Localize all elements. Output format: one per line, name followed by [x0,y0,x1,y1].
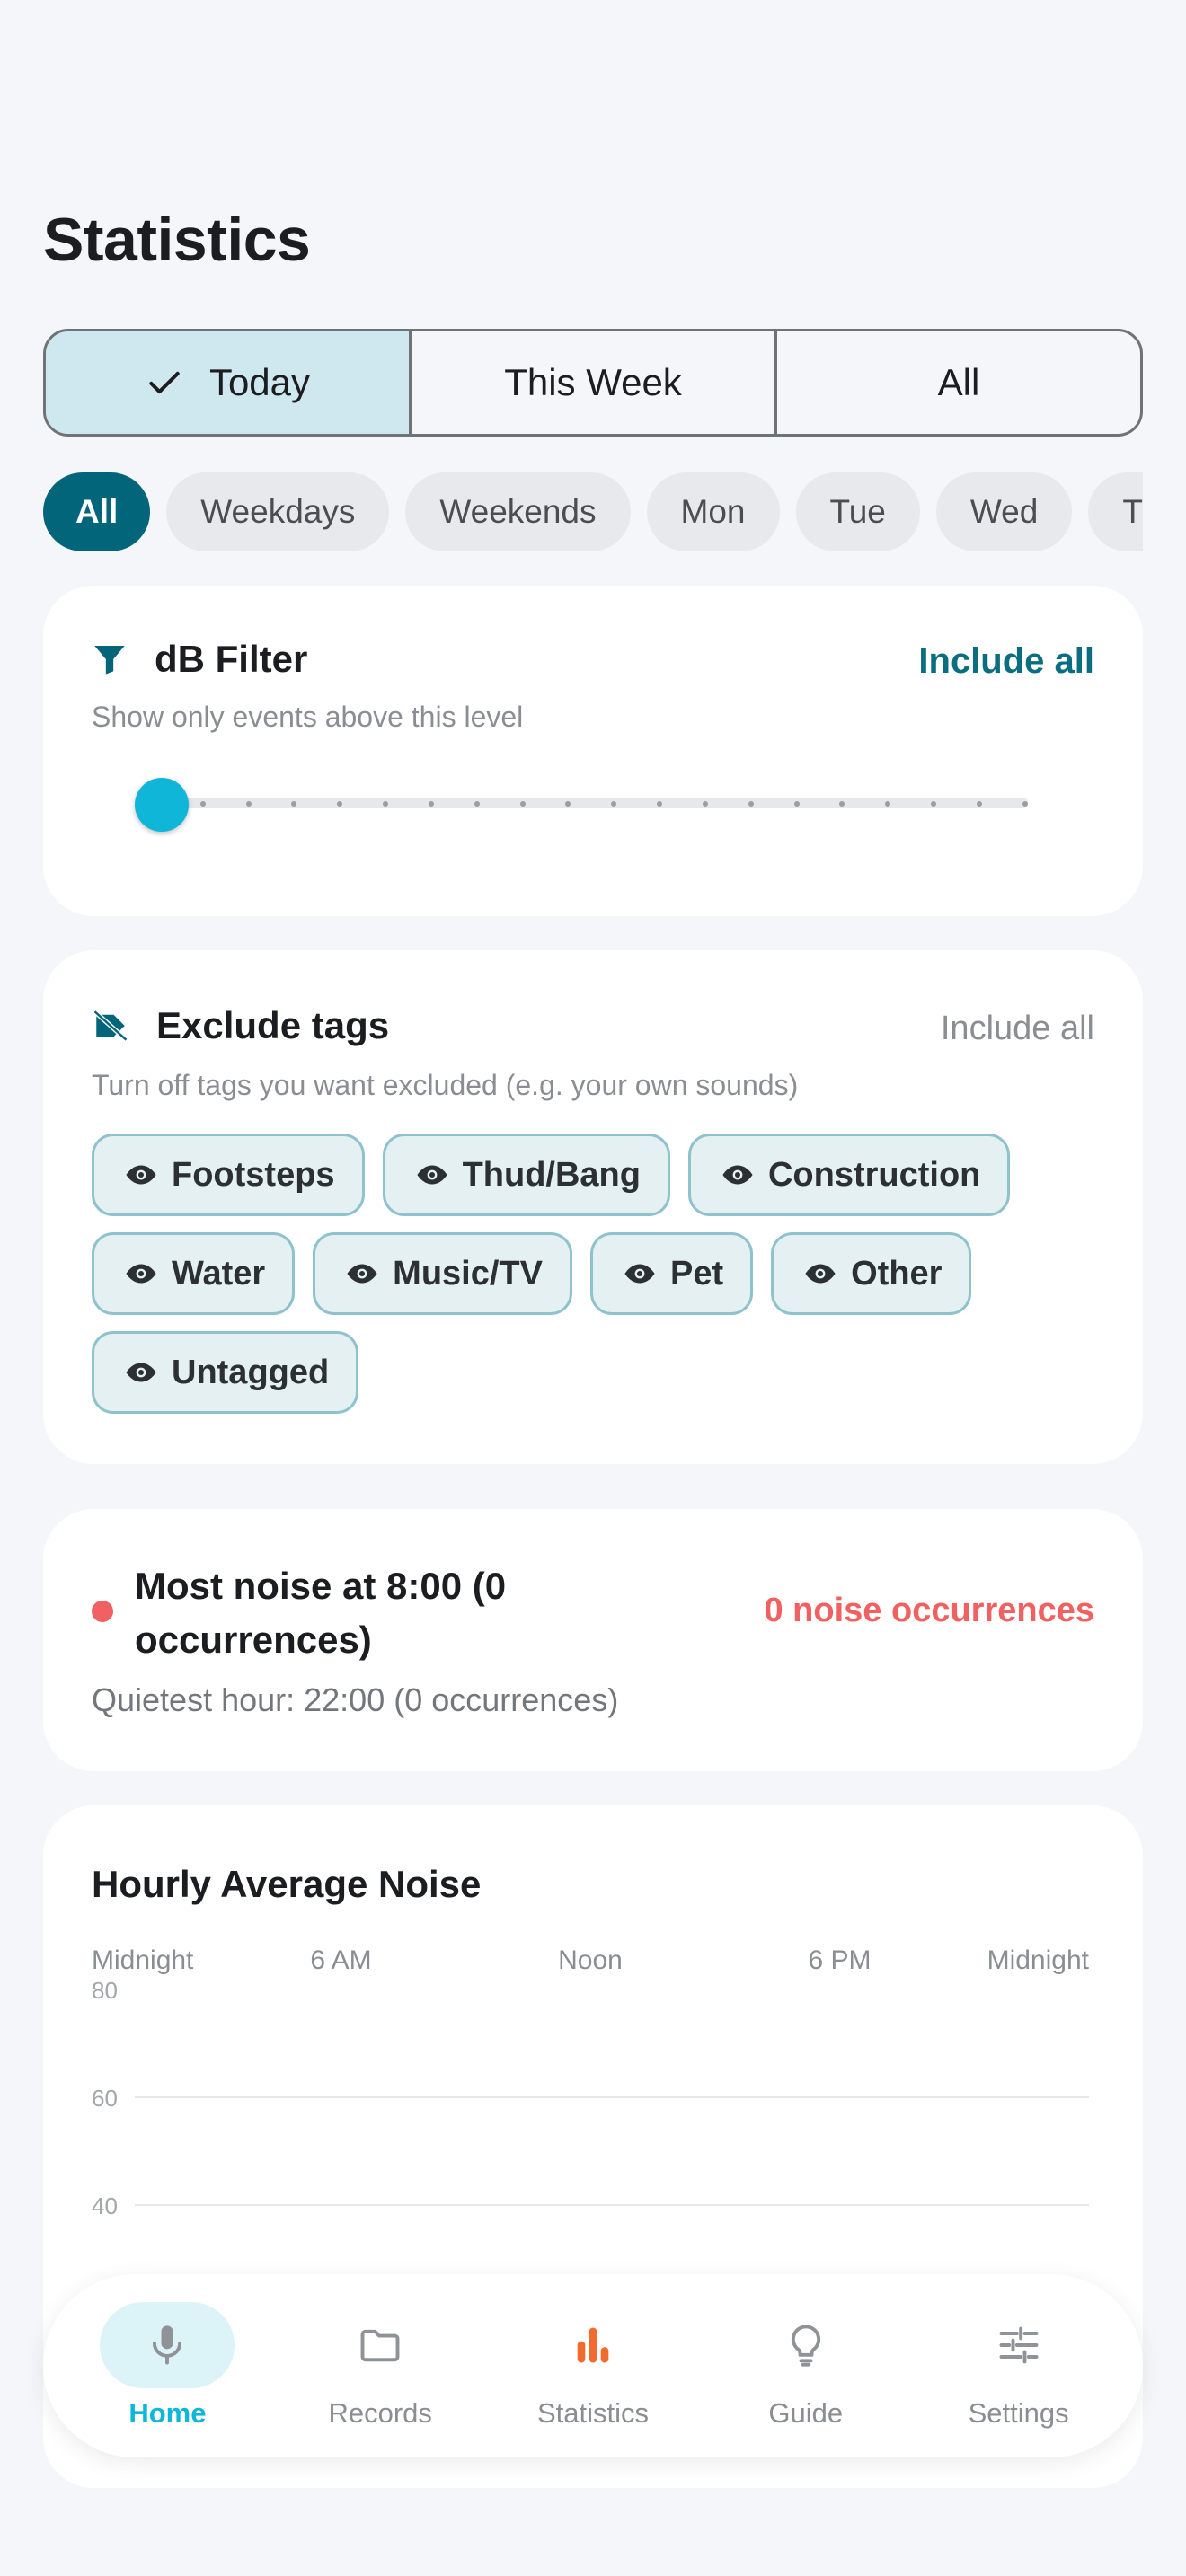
exclude-tags-card: Exclude tags Include all Turn off tags y… [43,950,1143,1464]
db-filter-subtitle: Show only events above this level [92,701,524,733]
status-dot [92,1601,113,1622]
period-segmented-control: Today This Week All [43,329,1143,437]
chip-mon[interactable]: Mon [646,472,780,551]
most-noise-title: Most noise at 8:00 (0 occurrences) [135,1565,507,1661]
x-tick-label: Midnight [92,1945,194,1975]
tag-footsteps[interactable]: Footsteps [92,1134,365,1216]
db-slider-thumb[interactable] [135,778,189,832]
nav-settings[interactable]: Settings [920,2302,1118,2430]
y-tick-label: 40 [92,2192,118,2219]
tag-construction[interactable]: Construction [687,1134,1011,1216]
segment-today[interactable]: Today [46,331,412,434]
microphone-icon [153,2325,182,2365]
x-tick-label: Midnight [987,1945,1090,1975]
nav-label: Records [328,2397,432,2429]
tag-list: Footsteps Thud/Bang Construction Water M… [92,1134,1098,1414]
x-tick-label: 6 PM [808,1945,871,1975]
nav-label: Home [128,2397,207,2429]
y-tick-label: 60 [92,2085,118,2112]
segment-label: This Week [504,361,682,403]
sliders-icon [999,2326,1039,2364]
folder-icon [360,2329,400,2362]
bottom-navigation: Home Records Statistics Guide Settings [43,2274,1143,2457]
eye-icon [126,1363,156,1382]
tag-pet[interactable]: Pet [589,1232,754,1315]
nav-label: Guide [768,2397,844,2429]
tag-thud-bang[interactable]: Thud/Bang [382,1134,670,1216]
x-tick-label: Noon [558,1945,623,1975]
nav-guide[interactable]: Guide [707,2302,905,2430]
db-slider-ticks [155,801,1028,807]
exclude-tags-include-all[interactable]: Include all [941,1010,1094,1048]
nav-records[interactable]: Records [281,2302,479,2430]
tag-other[interactable]: Other [771,1232,972,1315]
filter-icon [94,646,125,675]
quietest-hour: Quietest hour: 22:00 (0 occurrences) [92,1681,619,1718]
chip-wed[interactable]: Wed [935,472,1073,551]
nav-label: Statistics [536,2397,649,2429]
chip-thu[interactable]: Thu [1088,472,1143,551]
lightbulb-icon [791,2325,820,2367]
tag-music-tv[interactable]: Music/TV [313,1232,572,1315]
noise-count: 0 noise occurrences [764,1592,1094,1629]
segment-this-week[interactable]: This Week [412,331,777,434]
bar-chart-icon [577,2327,609,2363]
chip-tue[interactable]: Tue [795,472,920,551]
day-filter-chips: All Weekdays Weekends Mon Tue Wed Thu [43,472,1143,553]
y-tick-label: 80 [92,1977,118,2004]
eye-icon [347,1264,377,1284]
tag-off-icon [93,1010,128,1042]
x-tick-label: 6 AM [310,1945,371,1975]
chip-all[interactable]: All [43,472,151,551]
db-filter-include-all[interactable]: Include all [918,641,1094,682]
tag-untagged[interactable]: Untagged [92,1331,359,1414]
chip-weekends[interactable]: Weekends [405,472,631,551]
page-title: Statistics [43,206,311,274]
segment-label: Today [208,361,311,403]
exclude-tags-subtitle: Turn off tags you want excluded (e.g. yo… [92,1069,799,1101]
eye-icon [126,1165,156,1185]
db-filter-title: dB Filter [155,638,308,680]
eye-icon [417,1165,447,1185]
segment-all[interactable]: All [777,331,1140,434]
eye-icon [722,1165,753,1185]
hourly-noise-chart: Midnight 6 AM Noon 6 PM Midnight806040 [92,1945,1090,2219]
nav-home[interactable]: Home [68,2302,266,2430]
segment-label: All [937,361,980,403]
nav-statistics[interactable]: Statistics [494,2302,692,2430]
check-icon [149,371,180,394]
exclude-tags-title: Exclude tags [156,1004,390,1046]
chip-weekdays[interactable]: Weekdays [166,472,390,551]
noise-summary-card: Most noise at 8:00 (0 occurrences) 0 noi… [43,1509,1143,1771]
eye-icon [624,1264,655,1284]
tag-water[interactable]: Water [92,1232,296,1315]
eye-icon [126,1264,156,1284]
eye-icon [805,1264,836,1284]
db-filter-card: dB Filter Include all Show only events a… [43,586,1143,916]
nav-label: Settings [968,2397,1069,2429]
